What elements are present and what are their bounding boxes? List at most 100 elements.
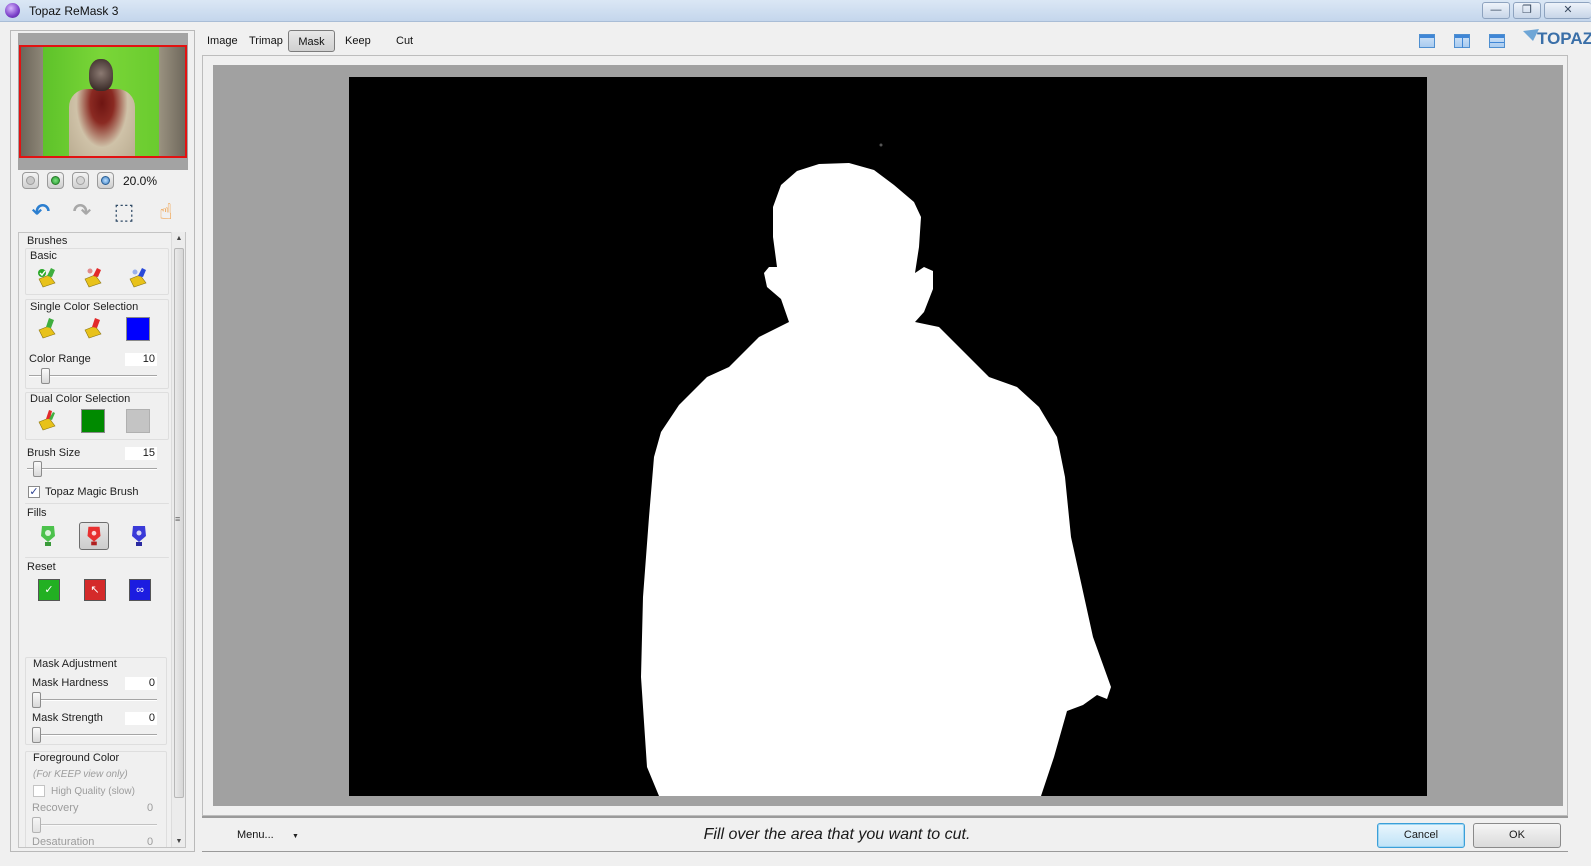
zoom-out-icon (26, 176, 35, 185)
mask-strength-value[interactable]: 0 (125, 712, 157, 725)
color-range-knob[interactable] (41, 368, 50, 384)
dual-color-swatch-1[interactable] (81, 409, 105, 433)
compute-fill-button[interactable] (124, 522, 154, 550)
dual-color-brush-icon[interactable] (35, 408, 59, 432)
selection-icon[interactable]: ⬚ (111, 199, 137, 225)
cut-brush-icon[interactable] (81, 265, 105, 289)
cut-fill-button[interactable] (79, 522, 109, 550)
single-view-icon[interactable] (1419, 34, 1435, 48)
thumbnail-subject (69, 59, 135, 156)
cut-color-brush-icon[interactable] (81, 316, 105, 340)
brush-size-slider[interactable] (27, 461, 157, 477)
mask-hardness-value[interactable]: 0 (125, 677, 157, 690)
single-color-heading: Single Color Selection (30, 301, 139, 313)
reset-divider (25, 557, 169, 558)
mask-silhouette (641, 143, 1111, 796)
foreground-color-heading: Foreground Color (33, 752, 120, 764)
brush-size-track (27, 468, 157, 470)
keep-fill-icon (41, 526, 55, 546)
reset-keep-button[interactable]: ✓ (38, 579, 60, 601)
mask-hardness-slider[interactable] (32, 692, 157, 708)
reset-cut-button[interactable]: ↖ (84, 579, 106, 601)
minimize-button[interactable]: — (1482, 2, 1510, 19)
adjust-panel: Mask Adjustment Mask Hardness 0 Mask Str… (18, 651, 186, 848)
brush-size-value[interactable]: 15 (125, 447, 157, 460)
dual-color-heading: Dual Color Selection (30, 393, 131, 405)
keep-color-brush-icon[interactable] (35, 316, 59, 340)
high-quality-checkbox[interactable] (33, 785, 45, 797)
zoom-fit-icon (76, 176, 85, 185)
basic-heading: Basic (30, 250, 57, 262)
zoom-fit-button[interactable] (72, 172, 89, 189)
magic-brush-checkbox[interactable]: ✓ (28, 486, 40, 498)
dual-color-swatch-2[interactable] (126, 409, 150, 433)
recovery-label: Recovery (32, 802, 79, 814)
compute-brush-icon[interactable] (126, 265, 150, 289)
recovery-slider[interactable] (32, 817, 157, 833)
close-icon: ✕ (1563, 4, 1573, 16)
mask-strength-label: Mask Strength (32, 712, 103, 724)
mask-noise-speck (879, 143, 883, 147)
recovery-track (32, 824, 157, 826)
split-vertical-view-icon[interactable] (1454, 34, 1470, 48)
split-horizontal-view-icon-bar (1490, 35, 1504, 38)
keep-fill-button[interactable] (33, 522, 63, 550)
split-horizontal-view-icon-divider (1490, 42, 1504, 43)
close-button[interactable]: ✕ (1544, 2, 1591, 19)
single-color-swatch[interactable] (126, 317, 150, 341)
recovery-knob[interactable] (32, 817, 41, 833)
redo-icon[interactable]: ↷ (69, 199, 95, 225)
app-icon (5, 3, 20, 18)
tab-image[interactable]: Image (207, 30, 238, 52)
bottom-bar: Menu... ▼ Fill over the area that you wa… (202, 816, 1568, 852)
single-view-icon-bar (1420, 35, 1434, 38)
ok-button[interactable]: OK (1473, 823, 1561, 848)
zoom-out-button[interactable] (22, 172, 39, 189)
tab-cut[interactable]: Cut (396, 30, 413, 52)
reset-heading: Reset (27, 561, 56, 573)
scroll-up-icon[interactable]: ▲ (172, 235, 186, 242)
thumbnail-subject-head (89, 59, 113, 91)
recovery-value: 0 (147, 802, 154, 814)
navigator-preview[interactable] (18, 33, 188, 170)
window-title: Topaz ReMask 3 (29, 4, 119, 18)
zoom-in-button[interactable] (47, 172, 64, 189)
panel-scrollbar[interactable]: ▲ ≡ ▼ (171, 232, 185, 847)
high-quality-label: High Quality (slow) (51, 786, 135, 797)
foreground-color-note: (For KEEP view only) (33, 769, 128, 780)
color-range-slider[interactable] (29, 368, 157, 384)
restore-icon: ❐ (1522, 4, 1532, 16)
compute-fill-icon (132, 526, 146, 546)
keep-brush-icon[interactable] (35, 265, 59, 289)
split-horizontal-view-icon[interactable] (1489, 34, 1505, 48)
tab-trimap[interactable]: Trimap (249, 30, 283, 52)
mask-hardness-label: Mask Hardness (32, 677, 109, 689)
title-bar: Topaz ReMask 3 — ❐ ✕ (0, 0, 1591, 22)
fills-heading: Fills (27, 507, 47, 519)
mask-hardness-knob[interactable] (32, 692, 41, 708)
topaz-logo: TOPAZ (1523, 27, 1591, 52)
reset-compute-button[interactable]: ∞ (129, 579, 151, 601)
cut-fill-icon (87, 526, 101, 546)
mask-strength-slider[interactable] (32, 727, 157, 743)
tab-keep[interactable]: Keep (345, 30, 371, 52)
mask-strength-track (32, 734, 157, 736)
color-range-value[interactable]: 10 (125, 353, 157, 366)
undo-icon[interactable]: ↶ (28, 199, 54, 225)
scroll-down-icon[interactable]: ▼ (172, 838, 186, 845)
brush-size-knob[interactable] (33, 461, 42, 477)
restore-button[interactable]: ❐ (1513, 2, 1541, 19)
color-range-label: Color Range (29, 353, 91, 365)
hand-icon[interactable]: ☝ (153, 199, 179, 225)
topaz-logo-icon: TOPAZ (1523, 29, 1591, 48)
mask-strength-knob[interactable] (32, 727, 41, 743)
tab-mask[interactable]: Mask (288, 30, 335, 52)
mask-view-image[interactable] (349, 77, 1427, 796)
left-panel: 20.0% ↶ ↷ ⬚ ☝ Brushes Basic Single Color… (10, 30, 195, 852)
cancel-button[interactable]: Cancel (1377, 823, 1465, 848)
canvas-area[interactable] (213, 65, 1563, 806)
canvas-frame (202, 55, 1568, 816)
mask-hardness-track (32, 699, 157, 701)
preview-thumbnail[interactable] (19, 45, 187, 158)
zoom-actual-button[interactable] (97, 172, 114, 189)
